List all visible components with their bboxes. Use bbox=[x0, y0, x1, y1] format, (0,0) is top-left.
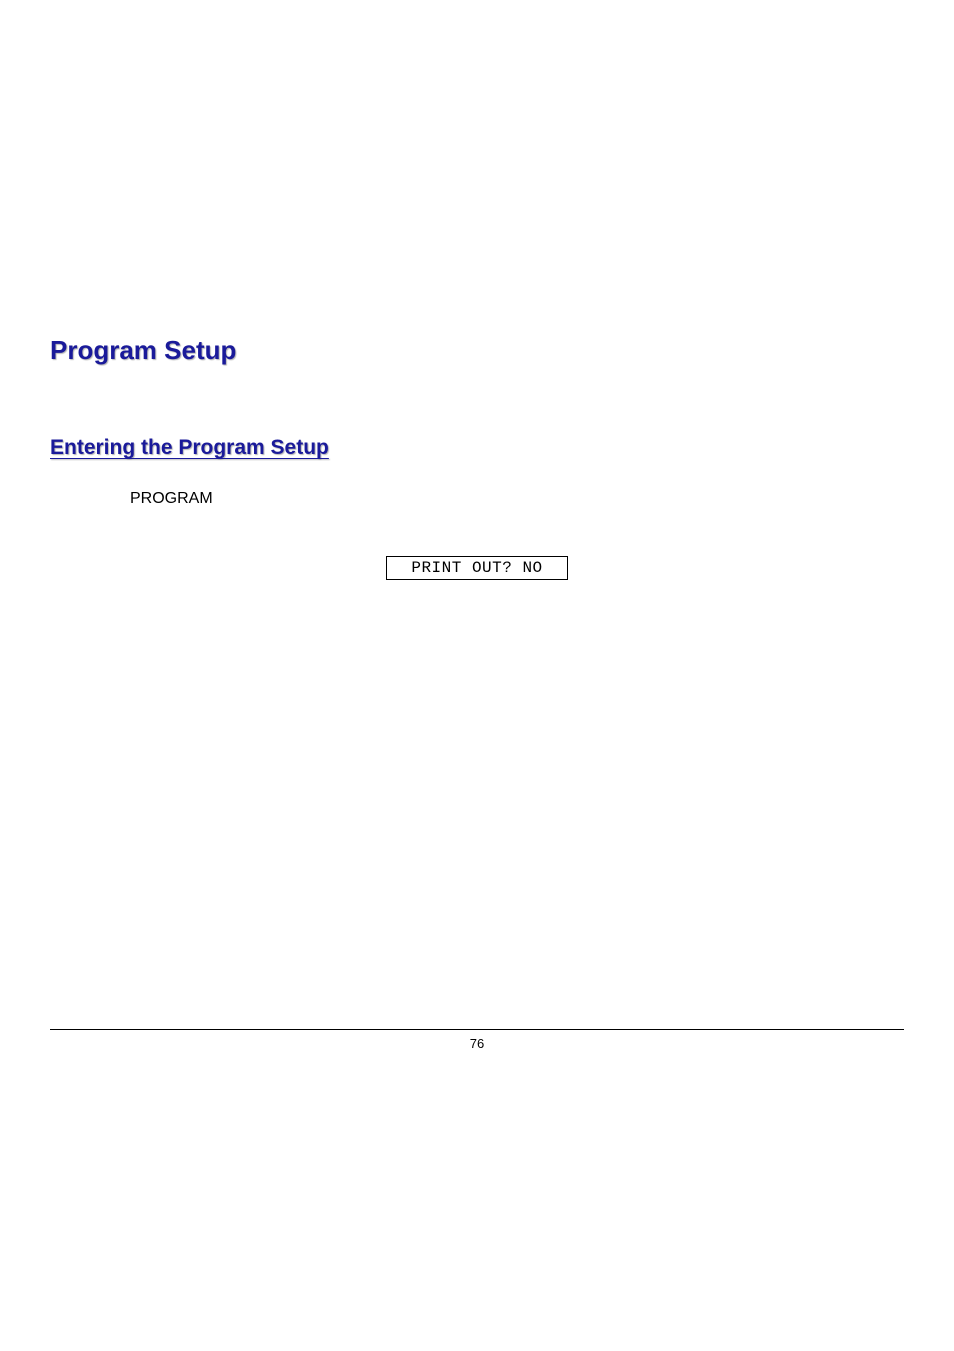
lcd-display-box: PRINT OUT? NO bbox=[386, 556, 568, 580]
heading-entering-program-setup: Entering the Program Setup bbox=[50, 436, 904, 460]
display-box-wrapper: PRINT OUT? NO bbox=[50, 556, 904, 580]
page-footer: 76 bbox=[50, 1029, 904, 1051]
page-number: 76 bbox=[470, 1036, 484, 1051]
heading-program-setup: Program Setup bbox=[50, 335, 904, 366]
document-page: Program Setup Entering the Program Setup… bbox=[0, 0, 954, 1351]
program-label: PROGRAM bbox=[130, 490, 904, 508]
content-area: Program Setup Entering the Program Setup… bbox=[0, 0, 954, 580]
